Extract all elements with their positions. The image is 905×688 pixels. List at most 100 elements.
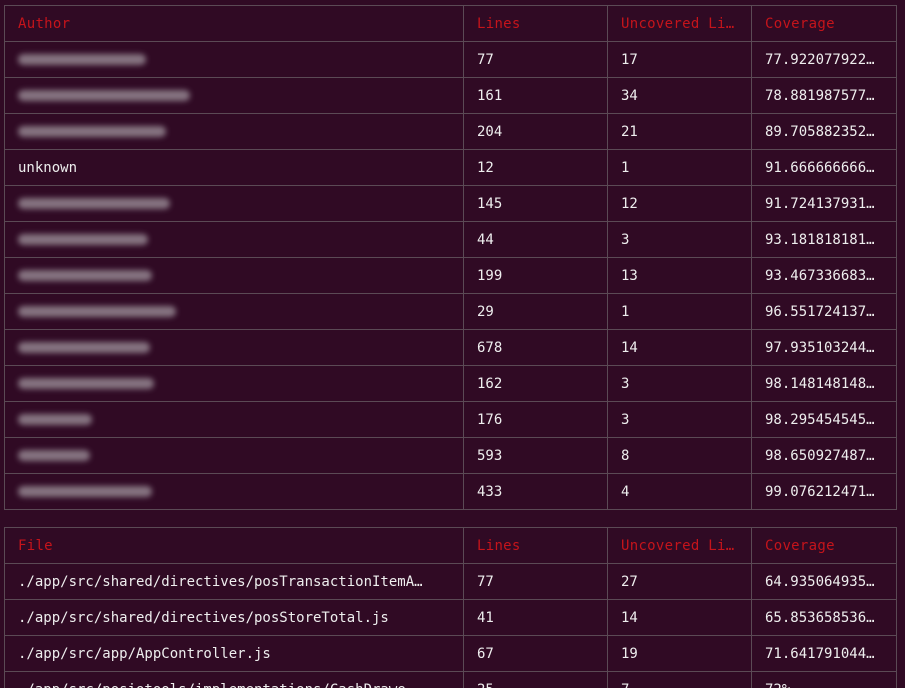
coverage-cell: 78.881987577… (751, 77, 897, 114)
file-path-cell: ./app/src/posiotools/implementations/Cas… (4, 671, 464, 688)
lines-cell: 44 (463, 221, 608, 258)
redacted-author-name (18, 126, 166, 137)
coverage-cell: 65.853658536… (751, 599, 897, 636)
table-row: 161 34 78.881987577… (4, 77, 897, 114)
coverage-cell: 93.467336683… (751, 257, 897, 294)
uncovered-lines-cell: 7 (607, 671, 752, 688)
table-row: 678 14 97.935103244… (4, 329, 897, 366)
table-row: 162 3 98.148148148… (4, 365, 897, 402)
coverage-cell: 91.666666666… (751, 149, 897, 186)
file-column-header[interactable]: File (4, 527, 464, 564)
author-cell: unknown (4, 149, 464, 186)
redacted-author-name (18, 450, 90, 461)
uncovered-lines-cell: 19 (607, 635, 752, 672)
author-cell (4, 41, 464, 78)
author-cell (4, 77, 464, 114)
uncovered-lines-cell: 3 (607, 365, 752, 402)
lines-cell: 67 (463, 635, 608, 672)
uncovered-lines-cell: 14 (607, 599, 752, 636)
table-row: 145 12 91.724137931… (4, 185, 897, 222)
coverage-cell: 98.295454545… (751, 401, 897, 438)
lines-cell: 678 (463, 329, 608, 366)
coverage-cell: 72% (751, 671, 897, 688)
uncovered-lines-cell: 27 (607, 563, 752, 600)
table-row: 199 13 93.467336683… (4, 257, 897, 294)
uncovered-lines-cell: 8 (607, 437, 752, 474)
uncovered-lines-column-header[interactable]: Uncovered Li… (607, 5, 752, 42)
author-cell (4, 257, 464, 294)
lines-cell: 593 (463, 437, 608, 474)
uncovered-lines-cell: 13 (607, 257, 752, 294)
author-table-header-row: Author Lines Uncovered Li… Coverage (4, 5, 897, 42)
table-row: 433 4 99.076212471… (4, 473, 897, 510)
lines-cell: 77 (463, 41, 608, 78)
author-cell (4, 365, 464, 402)
lines-cell: 162 (463, 365, 608, 402)
author-cell (4, 113, 464, 150)
uncovered-lines-cell: 34 (607, 77, 752, 114)
table-row: ./app/src/posiotools/implementations/Cas… (4, 671, 897, 688)
author-cell (4, 437, 464, 474)
uncovered-lines-cell: 1 (607, 293, 752, 330)
uncovered-lines-cell: 1 (607, 149, 752, 186)
uncovered-lines-cell: 3 (607, 221, 752, 258)
coverage-cell: 64.935064935… (751, 563, 897, 600)
table-row: unknown 12 1 91.666666666… (4, 149, 897, 186)
redacted-author-name (18, 198, 170, 209)
lines-cell: 29 (463, 293, 608, 330)
author-column-header[interactable]: Author (4, 5, 464, 42)
table-row: 29 1 96.551724137… (4, 293, 897, 330)
coverage-cell: 97.935103244… (751, 329, 897, 366)
table-row: 204 21 89.705882352… (4, 113, 897, 150)
coverage-cell: 91.724137931… (751, 185, 897, 222)
lines-cell: 204 (463, 113, 608, 150)
lines-cell: 77 (463, 563, 608, 600)
uncovered-lines-column-header[interactable]: Uncovered Li… (607, 527, 752, 564)
redacted-author-name (18, 270, 152, 281)
coverage-cell: 98.650927487… (751, 437, 897, 474)
lines-cell: 25 (463, 671, 608, 688)
redacted-author-name (18, 486, 152, 497)
table-row: ./app/src/shared/directives/posStoreTota… (4, 599, 897, 636)
table-row: 77 17 77.922077922… (4, 41, 897, 78)
author-cell (4, 473, 464, 510)
coverage-cell: 96.551724137… (751, 293, 897, 330)
table-row: 44 3 93.181818181… (4, 221, 897, 258)
author-cell (4, 329, 464, 366)
author-coverage-table: Author Lines Uncovered Li… Coverage 77 17… (4, 5, 897, 510)
file-path-cell: ./app/src/shared/directives/posTransacti… (4, 563, 464, 600)
redacted-author-name (18, 342, 150, 353)
table-row: ./app/src/shared/directives/posTransacti… (4, 563, 897, 600)
lines-cell: 199 (463, 257, 608, 294)
lines-column-header[interactable]: Lines (463, 527, 608, 564)
file-path-cell: ./app/src/app/AppController.js (4, 635, 464, 672)
file-path-cell: ./app/src/shared/directives/posStoreTota… (4, 599, 464, 636)
redacted-author-name (18, 378, 154, 389)
lines-cell: 176 (463, 401, 608, 438)
lines-cell: 161 (463, 77, 608, 114)
lines-cell: 41 (463, 599, 608, 636)
uncovered-lines-cell: 14 (607, 329, 752, 366)
lines-column-header[interactable]: Lines (463, 5, 608, 42)
coverage-column-header[interactable]: Coverage (751, 527, 897, 564)
redacted-author-name (18, 306, 176, 317)
author-cell (4, 401, 464, 438)
coverage-column-header[interactable]: Coverage (751, 5, 897, 42)
author-cell (4, 185, 464, 222)
redacted-author-name (18, 414, 92, 425)
coverage-cell: 77.922077922… (751, 41, 897, 78)
lines-cell: 433 (463, 473, 608, 510)
redacted-author-name (18, 90, 190, 101)
redacted-author-name (18, 54, 146, 65)
table-row: 593 8 98.650927487… (4, 437, 897, 474)
author-cell (4, 221, 464, 258)
table-row: 176 3 98.295454545… (4, 401, 897, 438)
lines-cell: 12 (463, 149, 608, 186)
uncovered-lines-cell: 21 (607, 113, 752, 150)
coverage-cell: 93.181818181… (751, 221, 897, 258)
coverage-cell: 99.076212471… (751, 473, 897, 510)
uncovered-lines-cell: 4 (607, 473, 752, 510)
file-table-header-row: File Lines Uncovered Li… Coverage (4, 527, 897, 564)
coverage-cell: 98.148148148… (751, 365, 897, 402)
author-cell (4, 293, 464, 330)
